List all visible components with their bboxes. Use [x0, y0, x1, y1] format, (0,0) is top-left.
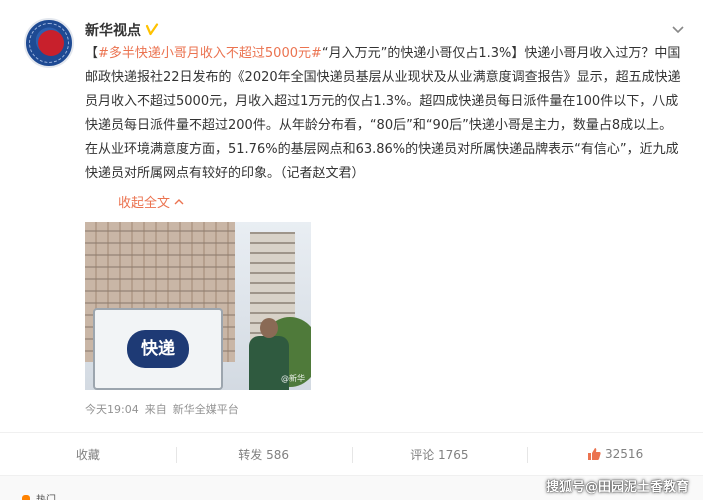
action-bar: 收藏 转发 586 评论 1765 32516 [0, 432, 703, 476]
post-image[interactable]: 快递 @新华 [85, 222, 311, 390]
source-prefix: 来自 [144, 403, 167, 416]
chevron-up-icon [174, 198, 184, 204]
post-source[interactable]: 新华全媒平台 [173, 401, 239, 417]
author-name[interactable]: 新华视点 [85, 20, 141, 40]
like-button[interactable]: 32516 [527, 433, 703, 475]
sohu-watermark: 搜狐号@田园泥土香教育 [545, 480, 689, 495]
like-count: 32516 [605, 447, 644, 461]
favorite-label: 收藏 [75, 447, 100, 462]
image-sign: 快递 [127, 330, 189, 368]
favorite-button[interactable]: 收藏 [0, 433, 176, 475]
image-watermark: @新华 [281, 374, 305, 383]
collapse-text-link[interactable]: 收起全文 [118, 192, 184, 211]
repost-button[interactable]: 转发 586 [175, 433, 352, 475]
weibo-post-card: 新华视点 【#多半快递小哥月收入不超过5000元#“月入万元”的快递小哥仅占1.… [0, 0, 703, 500]
post-time[interactable]: 今天19:04 [85, 401, 139, 417]
hot-label[interactable]: 热门 [36, 491, 56, 500]
thumbs-up-icon [588, 448, 601, 460]
courier-head [260, 318, 278, 338]
fire-icon [22, 495, 30, 500]
post-body: “月入万元”的快递小哥仅占1.3%】快递小哥月收入过万？中国邮政快递报社22日发… [85, 46, 681, 181]
open-bracket: 【 [85, 46, 99, 61]
post-meta: 今天19:04 来自 新华全媒平台 [85, 401, 239, 417]
author-name-row[interactable]: 新华视点 [85, 20, 159, 40]
comment-label: 评论 1765 [410, 447, 469, 462]
chevron-down-icon[interactable] [669, 20, 687, 38]
avatar-seal [38, 30, 64, 56]
topic-hashtag-link[interactable]: #多半快递小哥月收入不超过5000元# [98, 46, 322, 61]
repost-label: 转发 586 [238, 447, 289, 462]
collapse-label[interactable]: 收起全文 [118, 192, 170, 211]
post-text: 【#多半快递小哥月收入不超过5000元#“月入万元”的快递小哥仅占1.3%】快递… [85, 42, 683, 186]
comment-button[interactable]: 评论 1765 [351, 433, 528, 475]
author-avatar[interactable] [24, 18, 74, 68]
verified-icon [145, 23, 159, 36]
